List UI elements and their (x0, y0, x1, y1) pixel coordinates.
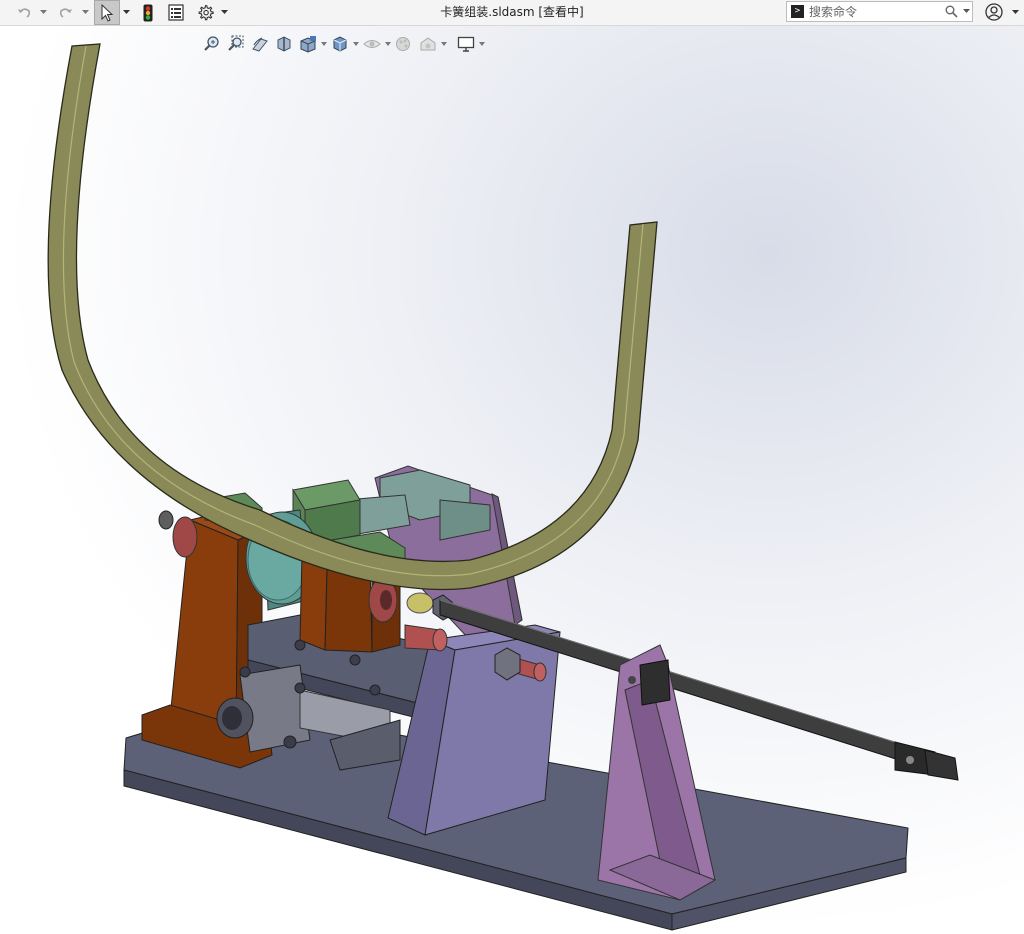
rebuild-button[interactable] (136, 0, 160, 25)
select-button[interactable] (94, 0, 120, 25)
search-commands-box[interactable]: > (786, 1, 973, 22)
chevron-down-icon (122, 10, 130, 14)
undo-button[interactable] (12, 0, 36, 25)
title-bar: 卡簧组装.sldasm [查看中] > (0, 0, 1024, 26)
gear-icon (198, 5, 214, 21)
chevron-down-icon (39, 10, 47, 14)
chevron-down-icon[interactable] (1012, 3, 1019, 21)
redo-icon (59, 7, 72, 18)
redo-button[interactable] (54, 0, 78, 25)
command-prompt-icon: > (791, 5, 804, 18)
search-icon[interactable] (945, 5, 958, 18)
chevron-down-icon (220, 10, 228, 14)
file-properties-button[interactable] (164, 0, 188, 25)
search-input[interactable] (809, 3, 929, 20)
file-properties-icon (168, 4, 184, 21)
options-button[interactable] (193, 0, 217, 25)
left-red-collar[interactable] (158, 510, 198, 558)
graphics-viewport[interactable] (0, 26, 1024, 934)
select-arrow-icon (101, 3, 114, 22)
chevron-down-icon (81, 10, 89, 14)
options-dropdown[interactable] (219, 0, 229, 25)
traffic-light-icon (143, 4, 153, 21)
chevron-down-icon[interactable] (963, 5, 970, 17)
assembly-model[interactable] (0, 26, 1024, 934)
select-dropdown[interactable] (121, 0, 131, 25)
undo-dropdown[interactable] (38, 0, 48, 25)
user-account-icon[interactable] (985, 3, 1003, 21)
undo-icon (18, 7, 31, 18)
redo-dropdown[interactable] (80, 0, 90, 25)
